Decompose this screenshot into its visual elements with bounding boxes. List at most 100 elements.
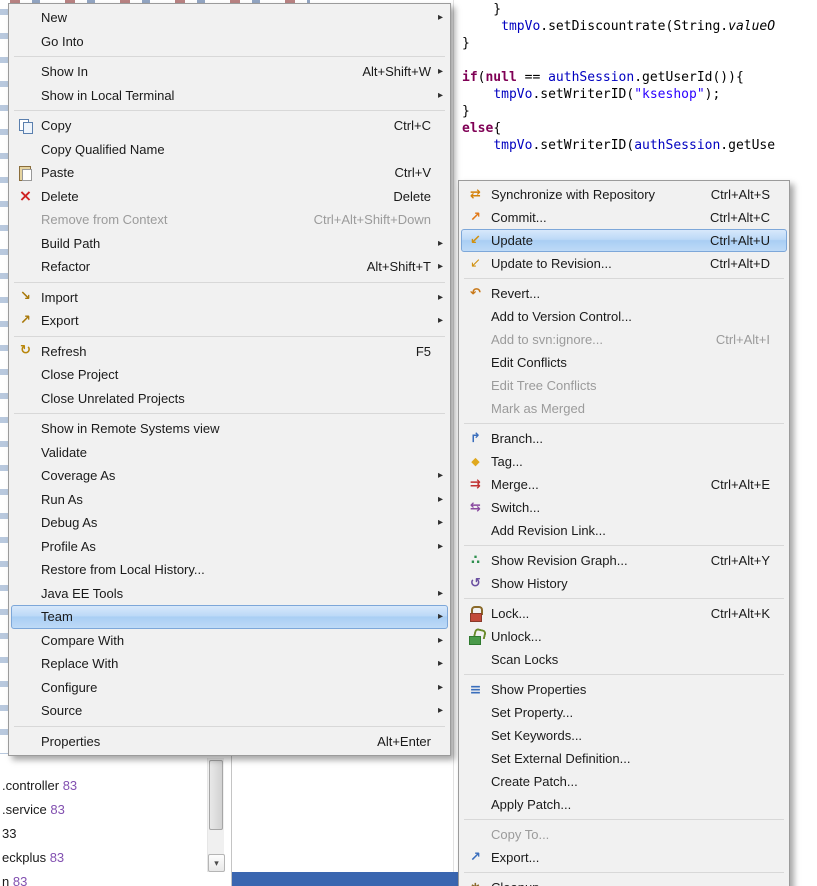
menu-item-label: Commit...	[491, 210, 547, 225]
menu-item-restore-from-local-history[interactable]: Restore from Local History...	[11, 558, 448, 582]
menu-item-paste[interactable]: Paste Ctrl+V	[11, 161, 448, 185]
team-item-tag[interactable]: Tag...	[461, 450, 787, 473]
menu-item-refresh[interactable]: Refresh F5	[11, 340, 448, 364]
list-item[interactable]: 33	[0, 822, 232, 846]
menu-item-delete[interactable]: Delete Delete	[11, 185, 448, 209]
menu-item-label: Show In	[41, 64, 88, 80]
team-item-commit[interactable]: Commit... Ctrl+Alt+C	[461, 206, 787, 229]
list-item[interactable]: .service 83	[0, 798, 232, 822]
icon-placeholder	[17, 632, 34, 648]
icon-placeholder	[467, 728, 484, 744]
menu-item-remove-from-context[interactable]: Remove from Context Ctrl+Alt+Shift+Down	[11, 208, 448, 232]
menu-item-copy-qualified-name[interactable]: Copy Qualified Name	[11, 138, 448, 162]
menu-item-compare-with[interactable]: Compare With ▸	[11, 629, 448, 653]
menu-item-java-ee-tools[interactable]: Java EE Tools ▸	[11, 582, 448, 606]
team-item-set-property[interactable]: Set Property...	[461, 701, 787, 724]
team-item-set-keywords[interactable]: Set Keywords...	[461, 724, 787, 747]
project-explorer-edge	[0, 0, 8, 758]
menu-item-debug-as[interactable]: Debug As ▸	[11, 511, 448, 535]
menu-item-label: Edit Tree Conflicts	[491, 378, 597, 393]
team-item-switch[interactable]: Switch...	[461, 496, 787, 519]
menu-item-close-unrelated-projects[interactable]: Close Unrelated Projects	[11, 387, 448, 411]
menu-item-shortcut: Ctrl+C	[393, 118, 431, 134]
team-item-merge[interactable]: Merge... Ctrl+Alt+E	[461, 473, 787, 496]
menu-item-show-in-local-terminal[interactable]: Show in Local Terminal ▸	[11, 84, 448, 108]
menu-separator	[464, 598, 784, 599]
menu-item-properties[interactable]: Properties Alt+Enter	[11, 730, 448, 754]
menu-item-validate[interactable]: Validate	[11, 441, 448, 465]
menu-item-new[interactable]: New ▸	[11, 6, 448, 30]
team-item-export[interactable]: Export...	[461, 846, 787, 869]
menu-item-label: Switch...	[491, 500, 541, 515]
menu-item-import[interactable]: Import ▸	[11, 286, 448, 310]
team-item-cleanup[interactable]: Cleanup	[461, 876, 787, 886]
menu-item-build-path[interactable]: Build Path ▸	[11, 232, 448, 256]
team-item-synchronize-with-repository[interactable]: Synchronize with Repository Ctrl+Alt+S	[461, 183, 787, 206]
team-item-edit-conflicts[interactable]: Edit Conflicts	[461, 351, 787, 374]
menu-item-label: Close Unrelated Projects	[41, 390, 185, 406]
menu-item-refactor[interactable]: Refactor Alt+Shift+T ▸	[11, 255, 448, 279]
list-item[interactable]: .controller 83	[0, 774, 232, 798]
team-item-branch[interactable]: Branch...	[461, 427, 787, 450]
menu-item-source[interactable]: Source ▸	[11, 699, 448, 723]
menu-item-go-into[interactable]: Go Into	[11, 30, 448, 54]
menu-item-shortcut: Ctrl+Alt+E	[710, 477, 770, 492]
menu-item-configure[interactable]: Configure ▸	[11, 676, 448, 700]
team-item-show-revision-graph[interactable]: Show Revision Graph... Ctrl+Alt+Y	[461, 549, 787, 572]
menu-item-team[interactable]: Team ▸	[11, 605, 448, 629]
menu-item-label: Delete	[41, 188, 79, 204]
team-item-set-external-definition[interactable]: Set External Definition...	[461, 747, 787, 770]
team-item-lock[interactable]: Lock... Ctrl+Alt+K	[461, 602, 787, 625]
icon-placeholder	[17, 10, 34, 26]
scrollbar-down-button[interactable]: ▾	[208, 854, 225, 872]
menu-separator	[14, 725, 445, 727]
team-item-edit-tree-conflicts[interactable]: Edit Tree Conflicts	[461, 374, 787, 397]
menu-item-shortcut: Ctrl+Alt+K	[710, 606, 770, 621]
paste-icon	[17, 165, 34, 181]
menu-separator	[464, 545, 784, 546]
vertical-scrollbar[interactable]: ▾	[207, 758, 225, 872]
list-item[interactable]: n 83	[0, 870, 232, 886]
icon-placeholder	[17, 64, 34, 80]
team-item-show-history[interactable]: Show History	[461, 572, 787, 595]
java-code-editor[interactable]: } tmpVo.setDiscountrate(String.valueO} i…	[456, 0, 817, 200]
team-item-add-to-svn-ignore[interactable]: Add to svn:ignore... Ctrl+Alt+I	[461, 328, 787, 351]
menu-item-replace-with[interactable]: Replace With ▸	[11, 652, 448, 676]
eclipse-workbench: } tmpVo.setDiscountrate(String.valueO} i…	[0, 0, 817, 886]
team-item-create-patch[interactable]: Create Patch...	[461, 770, 787, 793]
submenu-arrow-icon: ▸	[437, 12, 443, 24]
menu-item-show-in[interactable]: Show In Alt+Shift+W ▸	[11, 60, 448, 84]
menu-item-run-as[interactable]: Run As ▸	[11, 488, 448, 512]
icon-placeholder	[17, 679, 34, 695]
team-item-update[interactable]: Update Ctrl+Alt+U	[461, 229, 787, 252]
menu-item-show-in-remote-systems-view[interactable]: Show in Remote Systems view	[11, 417, 448, 441]
menu-item-label: Synchronize with Repository	[491, 187, 656, 202]
scrollbar-thumb[interactable]	[209, 760, 223, 830]
team-item-add-revision-link[interactable]: Add Revision Link...	[461, 519, 787, 542]
icon-placeholder	[467, 652, 484, 668]
submenu-arrow-icon: ▸	[437, 237, 443, 249]
team-item-copy-to[interactable]: Copy To...	[461, 823, 787, 846]
team-item-add-to-version-control[interactable]: Add to Version Control...	[461, 305, 787, 328]
team-item-revert[interactable]: Revert...	[461, 282, 787, 305]
icon-placeholder	[17, 491, 34, 507]
code-line: }	[462, 35, 817, 52]
code-token: tmpVo	[493, 87, 533, 102]
merge-icon	[467, 477, 484, 493]
menu-item-profile-as[interactable]: Profile As ▸	[11, 535, 448, 559]
list-item[interactable]: eckplus 83	[0, 846, 232, 870]
copy-icon	[17, 118, 34, 134]
menu-item-copy[interactable]: Copy Ctrl+C	[11, 114, 448, 138]
team-item-update-to-revision[interactable]: Update to Revision... Ctrl+Alt+D	[461, 252, 787, 275]
team-item-unlock[interactable]: Unlock...	[461, 625, 787, 648]
menu-item-shortcut: Ctrl+Alt+I	[715, 332, 770, 347]
team-item-scan-locks[interactable]: Scan Locks	[461, 648, 787, 671]
menu-item-export[interactable]: Export ▸	[11, 309, 448, 333]
update-icon	[467, 233, 484, 249]
menu-item-close-project[interactable]: Close Project	[11, 363, 448, 387]
menu-item-coverage-as[interactable]: Coverage As ▸	[11, 464, 448, 488]
panel-divider[interactable]	[231, 754, 232, 886]
team-item-apply-patch[interactable]: Apply Patch...	[461, 793, 787, 816]
team-item-show-properties[interactable]: Show Properties	[461, 678, 787, 701]
team-item-mark-as-merged[interactable]: Mark as Merged	[461, 397, 787, 420]
